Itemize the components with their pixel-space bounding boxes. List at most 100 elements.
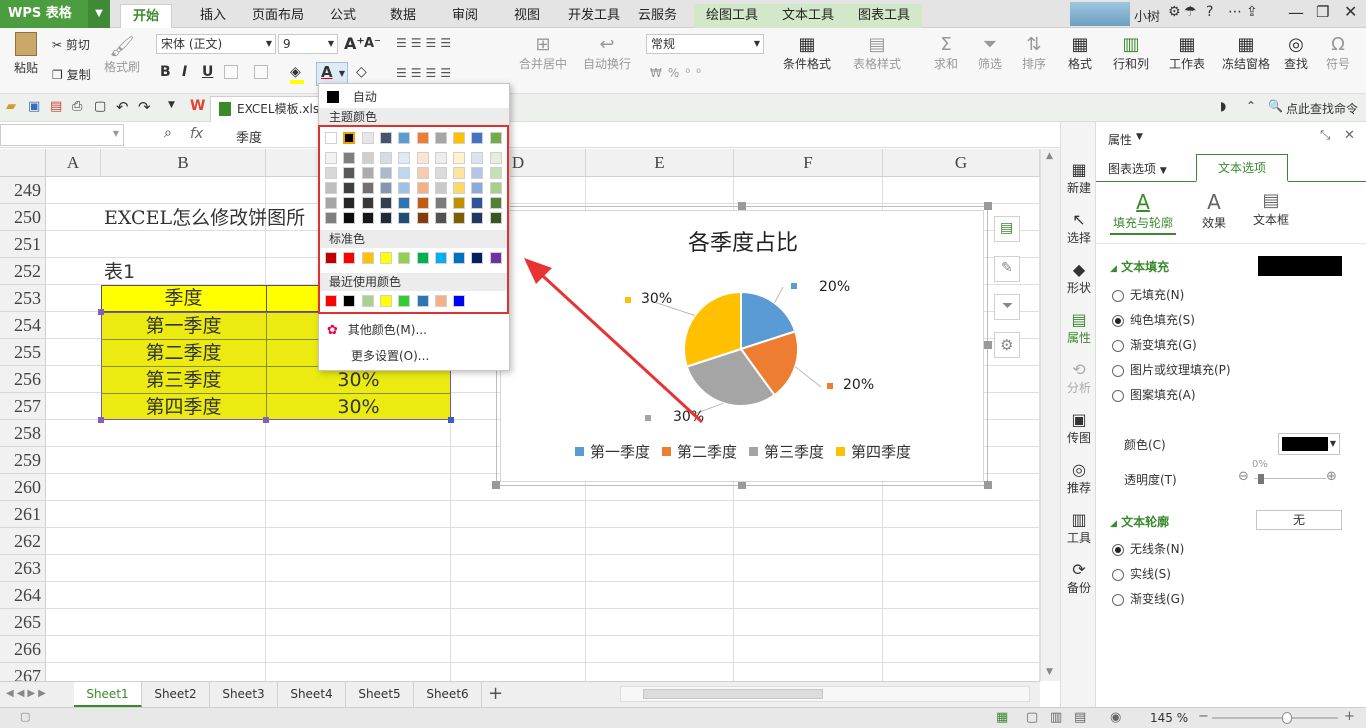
sheet-tab-sheet4[interactable]: Sheet4 <box>278 682 346 707</box>
radio-button[interactable] <box>1112 568 1124 581</box>
fill-option-0[interactable]: 无填充(N) <box>1112 286 1184 304</box>
sidebar-item-0[interactable]: ▦ 新建 <box>1061 160 1097 196</box>
theme-icon[interactable]: ☂ <box>1184 4 1197 20</box>
outline-option-1[interactable]: 实线(S) <box>1112 565 1171 583</box>
save-icon[interactable]: ▣ <box>28 99 40 114</box>
sidebar-item-4[interactable]: ⟲ 分析 <box>1061 360 1097 396</box>
paste-button[interactable]: 粘贴 <box>8 32 44 76</box>
symbol-button[interactable]: Ω 符号 <box>1320 34 1356 72</box>
chart-resize-handle[interactable] <box>984 341 992 349</box>
align-top-icons[interactable]: ☰☰☰☰ <box>396 36 486 52</box>
radio-button[interactable] <box>1112 364 1124 377</box>
row-header-259[interactable]: 259 <box>0 447 46 474</box>
row-header-250[interactable]: 250 <box>0 204 46 231</box>
legend-item-2[interactable]: 第二季度 <box>661 442 737 461</box>
print-icon[interactable]: ⎙ <box>72 99 82 114</box>
radio-button[interactable] <box>1112 593 1124 606</box>
search-icon[interactable]: 🔍 <box>1268 99 1283 113</box>
row-header-262[interactable]: 262 <box>0 528 46 555</box>
zoom-in-icon[interactable]: + <box>1344 709 1355 724</box>
selection-handle[interactable] <box>98 417 104 423</box>
column-header-b[interactable]: B <box>101 149 266 177</box>
row-header-251[interactable]: 251 <box>0 231 46 258</box>
row-header-260[interactable]: 260 <box>0 474 46 501</box>
font-name-select[interactable]: 宋体 (正文) ▼ <box>156 34 276 54</box>
tab-5[interactable]: 审阅 <box>440 4 490 28</box>
undo-icon[interactable]: ↶ <box>116 98 129 116</box>
tab-6[interactable]: 视图 <box>502 4 552 28</box>
fx-icon[interactable]: fx <box>190 126 203 142</box>
radio-button[interactable] <box>1112 543 1124 556</box>
number-format-select[interactable]: 常规 ▼ <box>646 34 764 54</box>
auto-color-option[interactable]: 自动 <box>327 88 503 106</box>
zoom-out-icon[interactable]: − <box>1198 709 1209 724</box>
tab-8[interactable]: 云服务 <box>626 4 689 28</box>
menu-more-icon[interactable]: ⋯ <box>1228 4 1242 20</box>
sort-button[interactable]: ⇅ 排序 <box>1016 34 1052 72</box>
filter-button[interactable]: ⏷ 筛选 <box>972 34 1008 72</box>
cell-b256[interactable]: 第三季度 <box>101 367 266 393</box>
collapse-icon[interactable]: ⌃ <box>1246 99 1256 113</box>
sheet-nav-icons[interactable]: ◀◀▶▶ <box>6 688 49 699</box>
worksheet-button[interactable]: ▦ 工作表 <box>1162 34 1212 72</box>
document-tab[interactable]: EXCEL模板.xls <box>210 96 328 122</box>
scroll-down-icon[interactable]: ▼ <box>1046 667 1053 677</box>
more-settings-option[interactable]: 更多设置(O)... <box>327 346 503 366</box>
cell-format-icon[interactable] <box>254 65 268 79</box>
tab-chart-options[interactable]: 图表选项 ▼ <box>1108 160 1167 177</box>
text-outline-section[interactable]: ◢ 文本轮廓 <box>1110 513 1169 530</box>
page-break-icon[interactable]: ▥ <box>1050 710 1062 725</box>
row-header-252[interactable]: 252 <box>0 258 46 285</box>
subtab-fill-outline[interactable]: A 填充与轮廓 <box>1110 190 1176 235</box>
clear-format-icon[interactable]: ◇ <box>356 64 367 80</box>
tab-9[interactable]: 绘图工具 <box>694 4 771 28</box>
reading-mode-icon[interactable]: ▤ <box>1074 710 1086 725</box>
tab-11[interactable]: 图表工具 <box>846 4 923 28</box>
row-header-249[interactable]: 249 <box>0 177 46 204</box>
wrap-text-button[interactable]: ↩ 自动换行 <box>580 34 634 72</box>
chart-resize-handle[interactable] <box>738 202 746 210</box>
selection-handle[interactable] <box>98 309 104 315</box>
column-header-f[interactable]: F <box>734 149 883 177</box>
rows-cols-button[interactable]: ▥ 行和列 <box>1106 34 1156 72</box>
row-header-256[interactable]: 256 <box>0 366 46 393</box>
preview-icon[interactable]: ▢ <box>94 99 106 114</box>
radio-button[interactable] <box>1112 339 1124 352</box>
fill-color-icon[interactable]: ◈ <box>290 64 304 84</box>
selection-handle[interactable] <box>448 417 454 423</box>
redo-icon[interactable]: ↷ <box>138 98 151 116</box>
cut-button[interactable]: ✂ 剪切 <box>52 36 90 53</box>
tab-7[interactable]: 开发工具 <box>556 4 632 28</box>
data-label-1[interactable]: 20% <box>819 279 850 295</box>
fill-option-3[interactable]: 图片或纹理填充(P) <box>1112 361 1231 379</box>
row-header-263[interactable]: 263 <box>0 555 46 582</box>
sheet-tab-sheet1[interactable]: Sheet1 <box>74 682 142 707</box>
sidebar-item-2[interactable]: ◆ 形状 <box>1061 260 1097 296</box>
chart-resize-handle[interactable] <box>984 481 992 489</box>
d-icon[interactable]: ◗ <box>1220 99 1226 113</box>
row-header-266[interactable]: 266 <box>0 636 46 663</box>
app-menu-arrow-icon[interactable]: ▼ <box>88 0 110 28</box>
subtab-textbox[interactable]: ▤ 文本框 <box>1248 190 1294 228</box>
close-icon[interactable]: ✕ <box>1344 2 1357 21</box>
chart-elements-button[interactable]: ▤ <box>994 216 1020 242</box>
sheet-tab-sheet6[interactable]: Sheet6 <box>414 682 482 707</box>
customize-arrow-icon[interactable]: ▼ <box>168 100 175 110</box>
select-all-corner[interactable] <box>0 149 46 177</box>
font-size-select[interactable]: 9 ▼ <box>278 34 338 54</box>
transparency-slider[interactable]: ⊖ ⊕ 0% <box>1238 459 1342 487</box>
cell-b250[interactable]: EXCEL怎么修改饼图所 <box>104 205 305 231</box>
tab-0[interactable]: 开始 <box>120 4 173 28</box>
tab-4[interactable]: 数据 <box>378 4 428 28</box>
add-sheet-icon[interactable]: + <box>488 683 503 704</box>
find-button[interactable]: ◎ 查找 <box>1278 34 1314 72</box>
decrease-font-icon[interactable]: A⁻ <box>364 36 381 51</box>
increase-font-icon[interactable]: A⁺ <box>344 34 365 53</box>
outline-option-2[interactable]: 渐变线(G) <box>1112 590 1185 608</box>
zoom-level[interactable]: 145 % <box>1150 711 1188 725</box>
cell-b252[interactable]: 表1 <box>104 259 135 285</box>
underline-button[interactable]: U <box>202 64 213 80</box>
chart-resize-handle[interactable] <box>492 481 500 489</box>
pdf-icon[interactable]: ▤ <box>50 99 62 114</box>
fill-option-1[interactable]: 纯色填充(S) <box>1112 311 1195 329</box>
